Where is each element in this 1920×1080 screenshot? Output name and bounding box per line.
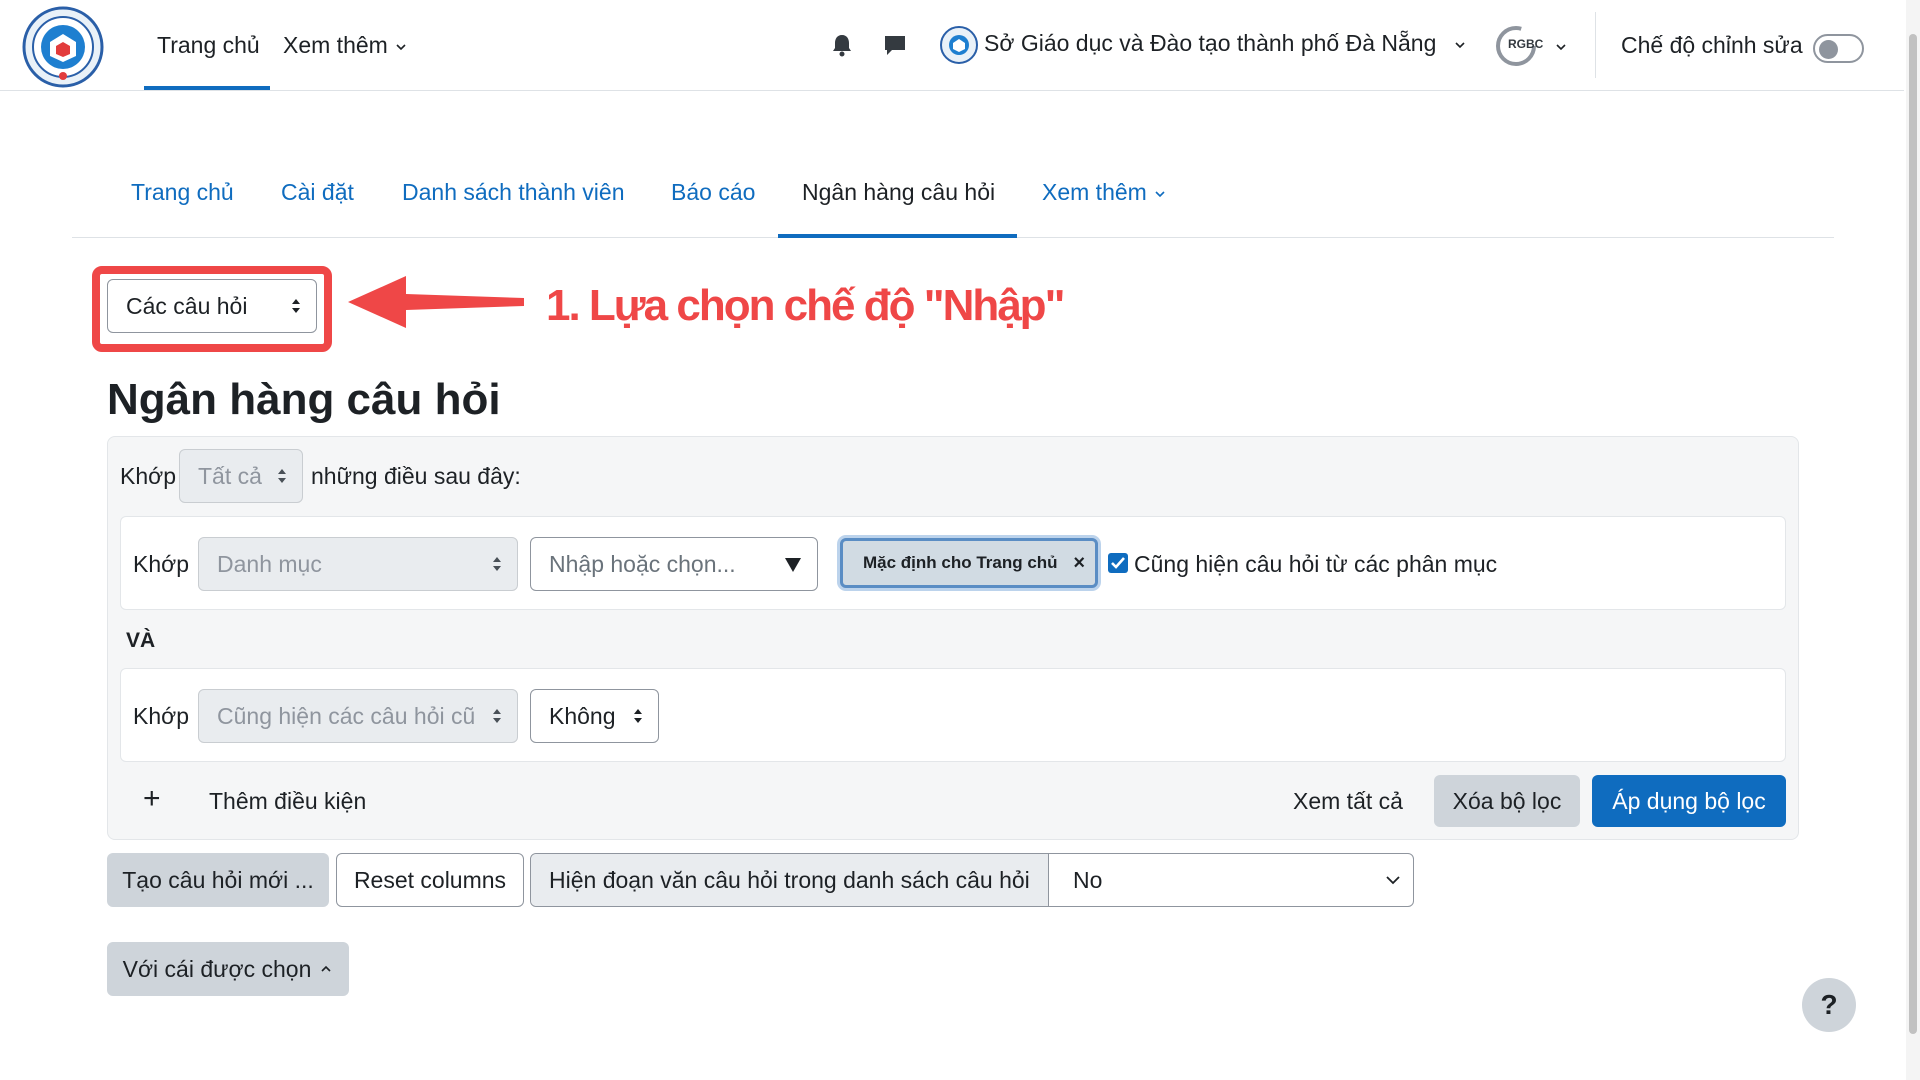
annotation-text: 1. Lựa chọn chế độ "Nhập" (546, 281, 1065, 330)
tab-reports[interactable]: Báo cáo (671, 175, 755, 209)
sort-updown-icon (493, 557, 501, 571)
chevron-down-icon (396, 44, 406, 51)
annotation-highlight-box (92, 266, 332, 352)
annotation-arrow-icon (348, 276, 524, 328)
category-chip[interactable]: Mặc định cho Trang chủ × (840, 538, 1098, 588)
nav-more-label: Xem thêm (283, 32, 388, 58)
message-icon[interactable] (880, 30, 910, 60)
checkmark-icon (1111, 557, 1125, 569)
plus-icon: + (143, 782, 161, 815)
tab-question-bank[interactable]: Ngân hàng câu hỏi (802, 175, 995, 209)
site-logo[interactable] (22, 6, 104, 88)
tab-home[interactable]: Trang chủ (131, 175, 234, 209)
nav-home-active-indicator (144, 86, 270, 90)
include-subcategories-label: Cũng hiện câu hỏi từ các phân mục (1134, 551, 1498, 577)
help-button[interactable]: ? (1802, 978, 1856, 1032)
nav-divider (1595, 12, 1596, 78)
show-text-select[interactable]: No (1049, 854, 1413, 906)
reset-columns-button[interactable]: Reset columns (336, 853, 524, 907)
sort-updown-icon (634, 709, 642, 723)
view-all-button[interactable]: Xem tất cả (1293, 784, 1403, 818)
close-icon[interactable]: × (1073, 551, 1085, 575)
user-menu[interactable]: Sở Giáo dục và Đào tạo thành phố Đà Nẵng (984, 26, 1467, 60)
language-menu[interactable]: RGBC (1494, 24, 1574, 68)
tab-settings[interactable]: Cài đặt (281, 175, 354, 209)
create-question-button[interactable]: Tạo câu hỏi mới ... (107, 853, 329, 907)
toggle-knob (1819, 40, 1838, 59)
category-search-input[interactable]: Nhập hoặc chọn... (530, 537, 818, 591)
add-condition-label[interactable]: Thêm điều kiện (209, 784, 366, 818)
chevron-down-icon (1386, 876, 1400, 885)
rgbc-logo-text: RGBC (1508, 37, 1544, 51)
and-label: VÀ (126, 629, 156, 652)
tab-more-label: Xem thêm (1042, 179, 1147, 205)
match-all-select[interactable]: Tất cả (179, 449, 303, 503)
cond2-type-select[interactable]: Cũng hiện các câu hỏi cũ (198, 689, 518, 743)
show-text-group: Hiện đoạn văn câu hỏi trong danh sách câ… (530, 853, 1414, 907)
cond1-type-value: Danh mục (217, 551, 322, 577)
page-title: Ngân hàng câu hỏi (107, 375, 501, 424)
chevron-down-icon (1155, 191, 1165, 198)
bell-icon[interactable] (827, 30, 857, 60)
user-avatar[interactable] (940, 26, 978, 64)
chevron-down-icon (1556, 44, 1566, 51)
nav-home[interactable]: Trang chủ (157, 28, 260, 62)
chevron-up-icon (321, 965, 331, 972)
cond2-value: Không (549, 703, 616, 729)
sort-updown-icon (278, 469, 286, 483)
edit-mode-toggle[interactable] (1813, 34, 1864, 63)
match-suffix: những điều sau đây: (311, 463, 521, 489)
with-selected-label: Với cái được chọn (122, 956, 312, 982)
nav-more[interactable]: Xem thêm (283, 28, 408, 62)
with-selected-button[interactable]: Với cái được chọn (107, 942, 349, 996)
chevron-down-icon (1455, 42, 1465, 49)
tab-more[interactable]: Xem thêm (1042, 175, 1167, 209)
match-all-value: Tất cả (198, 463, 262, 489)
add-condition-button[interactable]: + (143, 782, 161, 816)
sort-updown-icon (493, 709, 501, 723)
show-text-label: Hiện đoạn văn câu hỏi trong danh sách câ… (531, 854, 1049, 906)
cond2-match-label: Khớp (133, 703, 190, 729)
cond1-match-label: Khớp (133, 551, 190, 577)
edit-mode-label: Chế độ chỉnh sửa (1621, 32, 1803, 58)
category-chip-label: Mặc định cho Trang chủ (863, 553, 1058, 572)
scrollbar-thumb[interactable] (1909, 34, 1917, 1034)
tab-active-indicator (778, 234, 1017, 238)
tab-participants[interactable]: Danh sách thành viên (402, 175, 625, 209)
cond2-value-select[interactable]: Không (530, 689, 659, 743)
include-subcategories-checkbox[interactable] (1108, 553, 1128, 573)
cond2-type-value: Cũng hiện các câu hỏi cũ (217, 703, 476, 729)
apply-filter-button[interactable]: Áp dụng bộ lọc (1592, 775, 1786, 827)
cond1-type-select[interactable]: Danh mục (198, 537, 518, 591)
clear-filter-button[interactable]: Xóa bộ lọc (1434, 775, 1580, 827)
dropdown-triangle-icon (785, 558, 801, 572)
match-label: Khớp (120, 463, 177, 489)
user-name: Sở Giáo dục và Đào tạo thành phố Đà Nẵng (984, 30, 1437, 56)
show-text-value: No (1073, 866, 1103, 893)
category-search-placeholder: Nhập hoặc chọn... (549, 551, 736, 577)
